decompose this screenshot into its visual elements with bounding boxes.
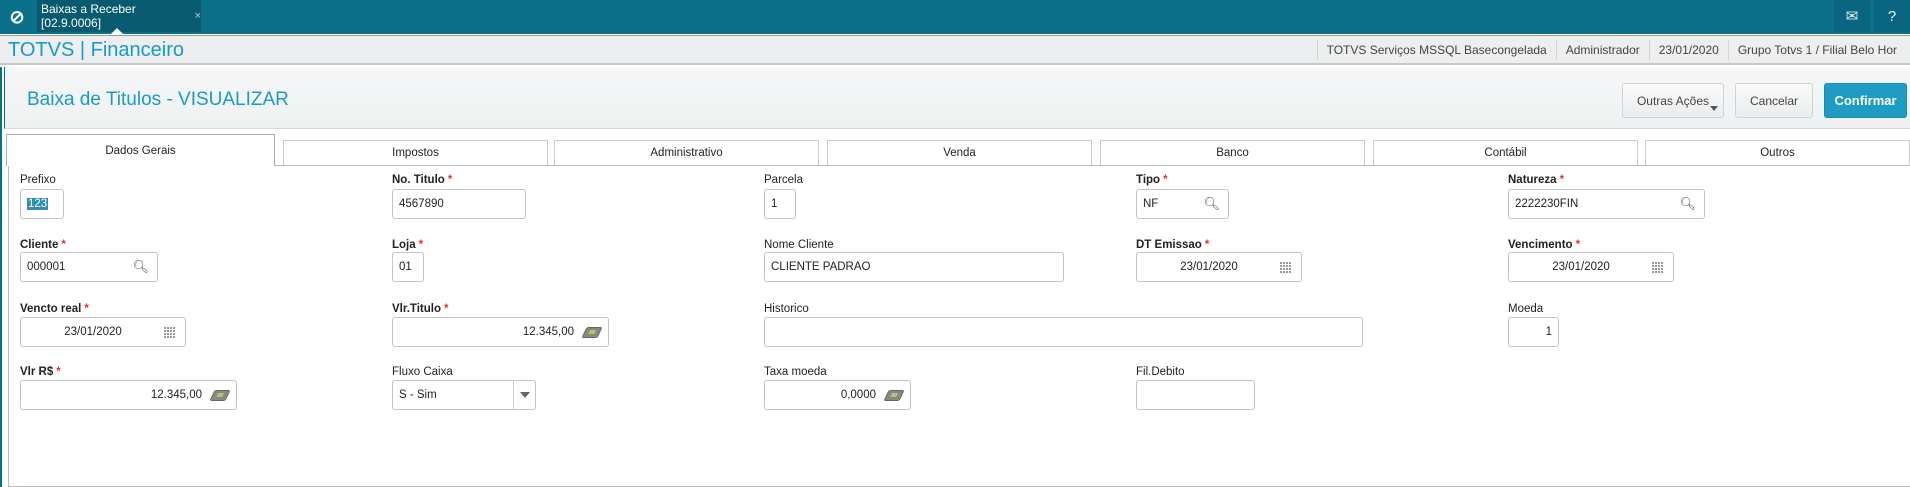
other-actions-button[interactable]: Outras Ações [1622, 83, 1724, 118]
tab-venda[interactable]: Venda [827, 140, 1092, 165]
dt-emissao-input[interactable]: 23/01/2020 [1136, 252, 1302, 282]
fluxo-caixa-value: S - Sim [399, 389, 437, 401]
calculator-icon[interactable] [581, 327, 603, 338]
confirm-label: Confirmar [1834, 93, 1897, 108]
no-titulo-input[interactable]: 4567890 [392, 189, 526, 219]
cliente-value: 000001 [27, 261, 66, 273]
cancel-label: Cancelar [1749, 93, 1799, 108]
help-icon[interactable]: ? [1874, 0, 1910, 32]
vlr-rs-input[interactable]: 12.345,00 [20, 380, 237, 410]
parcela-input[interactable]: 1 [764, 189, 796, 219]
natureza-input[interactable]: 2222230FIN 🔍︎ [1508, 189, 1705, 219]
historico-input[interactable] [764, 317, 1363, 347]
cliente-label: Cliente * [20, 239, 66, 251]
fil-debito-input[interactable] [1136, 380, 1255, 410]
tipo-value: NF [1143, 198, 1159, 210]
date-label: 23/01/2020 [1648, 40, 1728, 60]
vlr-titulo-label: Vlr.Titulo * [392, 303, 449, 315]
module-header: TOTVS | Financeiro TOTVS Serviços MSSQL … [0, 35, 1910, 65]
no-titulo-label: No. Titulo * [392, 174, 453, 186]
fil-debito-label: Fil.Debito [1136, 366, 1185, 378]
prefixo-input[interactable]: 123 [20, 189, 64, 219]
fluxo-caixa-label: Fluxo Caixa [392, 366, 453, 378]
top-bar: ⊘ Baixas a Receber [02.9.0006] × ✉ ? [0, 0, 1910, 34]
app-tab-label: Baixas a Receber [02.9.0006] [41, 2, 136, 30]
tipo-label: Tipo * [1136, 174, 1168, 186]
fluxo-caixa-select[interactable]: S - Sim [392, 380, 536, 410]
vencimento-value: 23/01/2020 [1552, 261, 1610, 273]
search-icon[interactable]: 🔍︎ [1203, 196, 1220, 212]
tab-dados-gerais[interactable]: Dados Gerais [6, 134, 275, 166]
calendar-icon[interactable] [164, 327, 176, 338]
prefixo-label: Prefixo [20, 174, 56, 186]
cliente-input[interactable]: 000001 🔍︎ [20, 252, 158, 282]
chevron-down-icon[interactable] [513, 381, 535, 409]
calendar-icon[interactable] [1652, 262, 1664, 273]
calculator-icon[interactable] [883, 390, 905, 401]
confirm-button[interactable]: Confirmar [1824, 83, 1907, 118]
vencto-real-label: Vencto real * [20, 303, 89, 315]
vencimento-label: Vencimento * [1508, 239, 1581, 251]
app-tab-baixas[interactable]: Baixas a Receber [02.9.0006] × [37, 0, 201, 34]
dt-emissao-label: DT Emissao * [1136, 239, 1210, 251]
loja-label: Loja * [392, 239, 424, 251]
calculator-icon[interactable] [209, 390, 231, 401]
mail-icon[interactable]: ✉ [1834, 0, 1870, 32]
tab-impostos[interactable]: Impostos [283, 140, 548, 165]
vlr-rs-value: 12.345,00 [150, 389, 202, 401]
vlr-titulo-value: 12.345,00 [522, 326, 574, 338]
natureza-value: 2222230FIN [1515, 198, 1579, 210]
nome-cliente-label: Nome Cliente [764, 239, 834, 251]
vencto-real-input[interactable]: 23/01/2020 [20, 317, 186, 347]
moeda-input[interactable]: 1 [1508, 317, 1559, 347]
tipo-input[interactable]: NF 🔍︎ [1136, 189, 1229, 219]
vlr-rs-label: Vlr R$ * [20, 366, 61, 378]
close-tab-icon[interactable]: × [195, 10, 201, 22]
vencimento-input[interactable]: 23/01/2020 [1508, 252, 1674, 282]
search-icon[interactable]: 🔍︎ [1679, 196, 1696, 212]
active-tab-caret [111, 28, 123, 34]
other-actions-label: Outras Ações [1636, 93, 1710, 108]
page-header: Baixa de Titulos - VISUALIZAR Outras Açõ… [4, 67, 1910, 129]
tab-administrativo[interactable]: Administrativo [554, 140, 819, 165]
cancel-button[interactable]: Cancelar [1735, 83, 1813, 118]
calendar-icon[interactable] [1280, 262, 1292, 273]
totvs-logo-icon[interactable]: ⊘ [0, 0, 34, 34]
vlr-titulo-input[interactable]: 12.345,00 [392, 317, 609, 347]
moeda-label: Moeda [1508, 303, 1544, 315]
historico-label: Historico [764, 303, 809, 315]
environment-label: TOTVS Serviços MSSQL Basecongelada [1316, 40, 1556, 60]
loja-input[interactable]: 01 [392, 252, 424, 282]
nome-cliente-input[interactable]: CLIENTE PADRAO [764, 252, 1064, 282]
branch-label: Grupo Totvs 1 / Filial Belo Hor [1727, 40, 1906, 60]
vencto-real-value: 23/01/2020 [64, 326, 122, 338]
dt-emissao-value: 23/01/2020 [1180, 261, 1238, 273]
user-label: Administrador [1555, 40, 1649, 60]
tab-outros[interactable]: Outros [1645, 140, 1910, 165]
taxa-moeda-label: Taxa moeda [764, 366, 827, 378]
chevron-down-icon [1710, 106, 1718, 111]
left-border [0, 67, 4, 487]
module-title: TOTVS | Financeiro [8, 39, 184, 61]
parcela-label: Parcela [764, 174, 803, 186]
prefixo-value: 123 [27, 198, 49, 210]
page-title: Baixa de Titulos - VISUALIZAR [27, 89, 289, 110]
taxa-moeda-value: 0,0000 [840, 389, 876, 401]
tab-contabil[interactable]: Contábil [1373, 140, 1638, 165]
taxa-moeda-input[interactable]: 0,0000 [764, 380, 911, 410]
search-icon[interactable]: 🔍︎ [132, 259, 149, 275]
tab-banco[interactable]: Banco [1100, 140, 1365, 165]
natureza-label: Natureza * [1508, 174, 1565, 186]
